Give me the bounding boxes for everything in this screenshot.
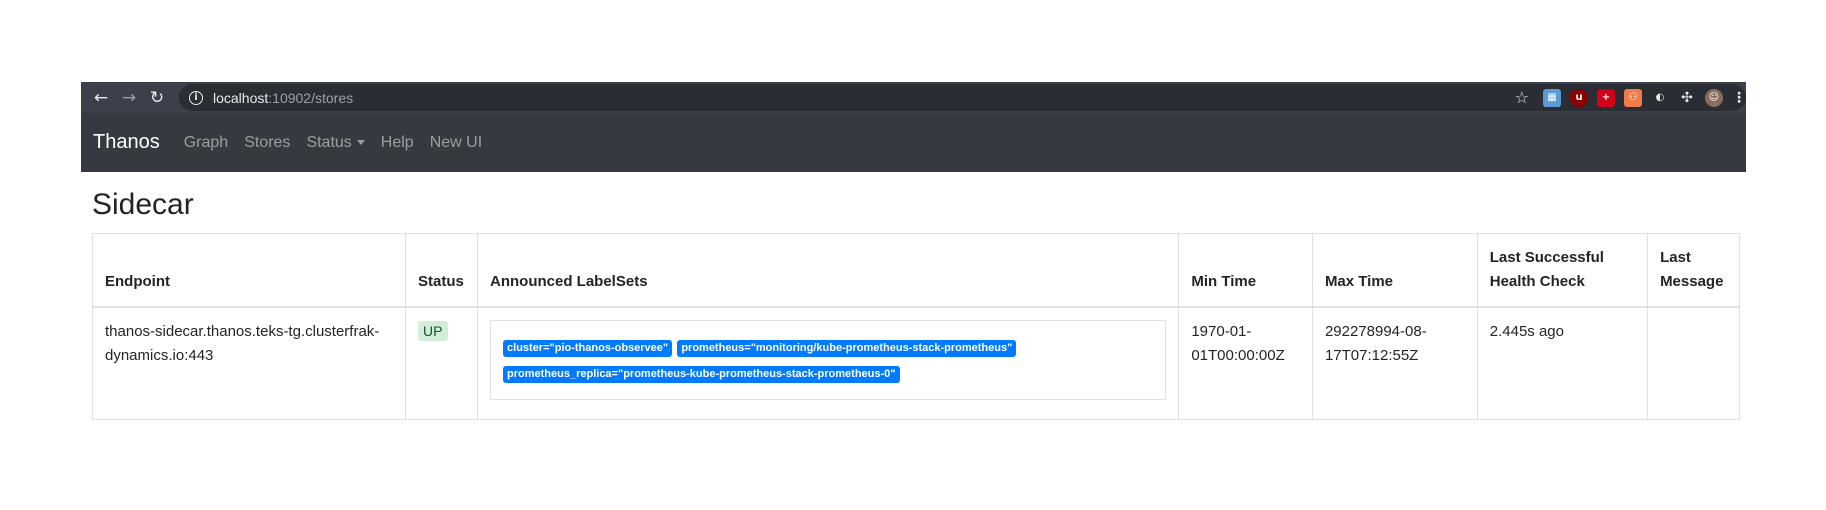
table-row: thanos-sidecar.thanos.teks-tg.clusterfra… xyxy=(91,306,1740,420)
url-host: localhost xyxy=(213,89,269,106)
brand-link[interactable]: Thanos xyxy=(93,131,160,154)
label-badge: cluster="pio-thanos-observee" xyxy=(503,340,673,357)
cell-health-check: 2.445s ago xyxy=(1476,306,1649,420)
cell-status: UP xyxy=(405,306,479,420)
cell-min-time: 1970-01-01T00:00:00Z xyxy=(1178,306,1313,420)
reload-icon[interactable]: ↻ xyxy=(145,86,169,110)
browser-toolbar: ← → ↻ i localhost:10902/stores ☆ ▦ u + ⚇… xyxy=(81,82,1746,113)
extensions-bar: ▦ u + ⚇ ◐ ✣ ☺ ⋮ xyxy=(1543,88,1746,107)
cell-labelsets: cluster="pio-thanos-observee" prometheus… xyxy=(477,306,1180,420)
col-header-endpoint: Endpoint xyxy=(91,233,407,308)
nav-graph[interactable]: Graph xyxy=(184,134,228,152)
col-header-max-time: Max Time xyxy=(1311,233,1478,308)
nav-status-dropdown[interactable]: Status xyxy=(306,133,365,152)
nav-status-label: Status xyxy=(306,133,352,151)
nav-stores[interactable]: Stores xyxy=(244,134,290,152)
ublock-icon[interactable]: u xyxy=(1570,88,1588,107)
label-badge: prometheus="monitoring/kube-prometheus-s… xyxy=(677,340,1017,357)
cell-endpoint: thanos-sidecar.thanos.teks-tg.clusterfra… xyxy=(91,306,407,420)
caret-down-icon xyxy=(356,139,365,145)
label-badge: prometheus_replica="prometheus-kube-prom… xyxy=(503,366,900,383)
status-badge: UP xyxy=(418,321,448,341)
puzzle-icon[interactable]: ✣ xyxy=(1678,89,1696,107)
cell-last-message xyxy=(1647,306,1740,420)
address-bar[interactable]: i localhost:10902/stores ☆ ▦ u + ⚇ ◐ ✣ ☺… xyxy=(179,84,1746,111)
org-ext-icon[interactable]: ⚇ xyxy=(1624,88,1642,107)
site-info-icon[interactable]: i xyxy=(189,90,203,105)
nav-help[interactable]: Help xyxy=(381,134,414,152)
col-header-min-time: Min Time xyxy=(1178,233,1313,308)
table-header-row: Endpoint Status Announced LabelSets Min … xyxy=(91,233,1740,308)
page-title: Sidecar xyxy=(92,188,194,221)
back-arrow-icon[interactable]: ← xyxy=(89,86,113,110)
col-header-status: Status xyxy=(405,233,479,308)
url-path: :10902/stores xyxy=(268,89,354,106)
browser-window: ← → ↻ i localhost:10902/stores ☆ ▦ u + ⚇… xyxy=(81,82,1746,477)
col-header-labelsets: Announced LabelSets xyxy=(477,233,1180,308)
profile-avatar[interactable]: ☺ xyxy=(1705,88,1723,107)
labelset-box: cluster="pio-thanos-observee" prometheus… xyxy=(490,320,1167,400)
forward-arrow-icon[interactable]: → xyxy=(117,86,141,110)
bookmark-star-icon[interactable]: ☆ xyxy=(1515,88,1529,107)
ext5-icon[interactable]: ◐ xyxy=(1651,88,1669,107)
menu-kebab-icon[interactable]: ⋮ xyxy=(1732,89,1746,107)
col-header-last-message: Last Message xyxy=(1647,233,1740,308)
plus-ext-icon[interactable]: + xyxy=(1597,88,1615,107)
col-header-health-check: Last Successful Health Check xyxy=(1476,233,1649,308)
main-content: Sidecar Endpoint Status Announced LabelS… xyxy=(81,187,1746,420)
cell-max-time: 292278994-08-17T07:12:55Z xyxy=(1311,306,1478,420)
calendar-ext-icon[interactable]: ▦ xyxy=(1543,88,1561,107)
nav-new-ui[interactable]: New UI xyxy=(430,134,482,152)
app-navbar: Thanos Graph Stores Status Help New UI xyxy=(81,113,1746,172)
stores-table: Endpoint Status Announced LabelSets Min … xyxy=(91,233,1740,420)
